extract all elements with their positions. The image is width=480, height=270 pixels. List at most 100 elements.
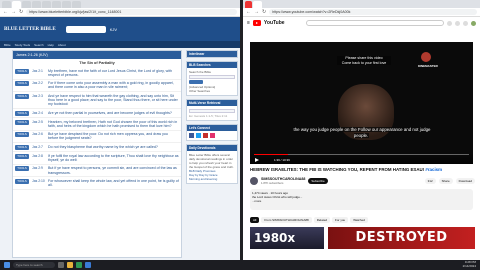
share-button[interactable]: Share bbox=[438, 178, 453, 184]
browser-tab[interactable] bbox=[52, 1, 61, 8]
back-icon[interactable]: ← bbox=[3, 9, 8, 15]
file-explorer-icon[interactable] bbox=[67, 262, 73, 268]
passage-header: James 2:1-26 (KJV) bbox=[13, 51, 181, 59]
back-icon[interactable]: ← bbox=[246, 9, 251, 15]
download-button[interactable]: Download bbox=[455, 178, 475, 184]
verse-reference[interactable]: Jas 2:6 bbox=[32, 132, 48, 141]
verse-row: TOOLS Jas 2:2 For if there come unto your … bbox=[13, 80, 181, 93]
taskbar-search[interactable]: Type here to search bbox=[13, 262, 55, 268]
devotional-link[interactable]: Morning and Evening bbox=[189, 177, 235, 181]
reload-icon[interactable]: ↻ bbox=[262, 9, 266, 15]
tools-button[interactable]: TOOLS bbox=[15, 68, 29, 74]
nav-item[interactable]: Search bbox=[34, 43, 44, 47]
start-icon[interactable] bbox=[4, 262, 10, 268]
verse-reference[interactable]: Jas 2:5 bbox=[32, 120, 48, 129]
browser-tab-active[interactable] bbox=[12, 1, 21, 8]
verse-row: TOOLS Jas 2:8 If ye fulfil the royal law a… bbox=[13, 152, 181, 165]
youtube-icon[interactable] bbox=[203, 133, 208, 138]
progress-bar[interactable] bbox=[254, 154, 469, 155]
browser-tab[interactable] bbox=[2, 1, 11, 8]
facebook-icon[interactable] bbox=[189, 133, 194, 138]
verse-text: For if there come unto your assembly a m… bbox=[48, 81, 174, 90]
forward-icon[interactable]: → bbox=[254, 9, 259, 15]
youtube-header: ≡ YouTube bbox=[243, 17, 480, 29]
twitter-icon[interactable] bbox=[196, 133, 201, 138]
browser-tab[interactable] bbox=[32, 1, 41, 8]
video-title: HEBREW ISRAELITES: THE FBI IS WATCHING Y… bbox=[250, 167, 443, 172]
verse-retrieval-input[interactable] bbox=[189, 109, 235, 113]
bible-search-input[interactable] bbox=[189, 75, 235, 79]
nav-item[interactable]: Help bbox=[48, 43, 54, 47]
chip-from-channel[interactable]: From SIMSSOUTHCAROLINA88 bbox=[261, 217, 312, 223]
verse-reference[interactable]: Jas 2:4 bbox=[32, 111, 48, 116]
recommended-thumbnail[interactable]: DESTROYED bbox=[328, 227, 475, 249]
chrome-icon[interactable] bbox=[76, 262, 82, 268]
sidebar-panel-connect: Let's Connect bbox=[186, 124, 238, 141]
nav-item[interactable]: Study Tools bbox=[15, 43, 30, 47]
instagram-icon[interactable] bbox=[210, 133, 215, 138]
play-icon[interactable] bbox=[255, 158, 259, 162]
task-view-icon[interactable] bbox=[58, 262, 64, 268]
video-player[interactable]: Please share this video Come back to you… bbox=[250, 42, 473, 164]
avatar[interactable] bbox=[471, 20, 476, 26]
sidebar-panel-retrieval: Multi-Verse Retrieval Ex: Genesis 1:1-5;… bbox=[186, 99, 238, 121]
browser-tab[interactable] bbox=[22, 1, 31, 8]
verse-reference[interactable]: Jas 2:10 bbox=[32, 179, 48, 188]
video-description[interactable]: 1,474 views · 10 hours ago the Lord Jesu… bbox=[250, 189, 473, 210]
verse-reference[interactable]: Jas 2:2 bbox=[32, 81, 48, 90]
tools-button[interactable]: TOOLS bbox=[15, 110, 29, 116]
tools-button[interactable]: TOOLS bbox=[15, 119, 29, 125]
verse-text: For whosoever shall keep the whole law, … bbox=[48, 178, 179, 188]
tools-button[interactable]: TOOLS bbox=[15, 166, 29, 172]
time-display: 1:39 / 10:39 bbox=[274, 158, 290, 162]
chip-for-you[interactable]: For you bbox=[332, 217, 349, 223]
bell-icon[interactable] bbox=[463, 20, 468, 26]
url-field[interactable]: https://www.youtube.com/watch?v=2ReDkj0A… bbox=[269, 9, 477, 15]
video-caption: the way you judge people on the Follow o… bbox=[292, 127, 431, 138]
other-searches-link[interactable]: Other Searches bbox=[189, 89, 235, 93]
browser-tab[interactable] bbox=[72, 1, 81, 8]
url-field[interactable]: https://www.blueletterbible.org/kjv/jas/… bbox=[26, 9, 237, 15]
tools-button[interactable]: TOOLS bbox=[15, 81, 29, 87]
kinemaster-logo-icon bbox=[421, 52, 431, 62]
title-hashtag[interactable]: #racism bbox=[425, 167, 442, 172]
youtube-logo-text[interactable]: YouTube bbox=[264, 20, 285, 26]
mic-icon[interactable] bbox=[447, 20, 452, 26]
nav-item[interactable]: Bible bbox=[4, 43, 11, 47]
chip-all[interactable]: All bbox=[250, 217, 260, 223]
forward-icon[interactable]: → bbox=[11, 9, 16, 15]
tools-button[interactable]: TOOLS bbox=[15, 144, 29, 150]
nav-item[interactable]: About bbox=[58, 43, 66, 47]
verse-reference[interactable]: Jas 2:9 bbox=[32, 166, 48, 175]
browser-tab[interactable] bbox=[62, 1, 71, 8]
chip-related[interactable]: Related bbox=[313, 217, 331, 223]
verse-reference[interactable]: Jas 2:8 bbox=[32, 154, 48, 163]
blb-nav: Bible Study Tools Search Help About bbox=[0, 41, 240, 48]
blb-logo[interactable]: BLUE LETTER BIBLE bbox=[4, 27, 56, 32]
like-button[interactable]: 312 bbox=[424, 178, 436, 184]
youtube-search-input[interactable] bbox=[305, 20, 444, 26]
verse-reference[interactable]: Jas 2:7 bbox=[32, 145, 48, 150]
passage-subtitle: The Sin of Partiality bbox=[79, 61, 115, 65]
create-icon[interactable] bbox=[455, 20, 460, 26]
youtube-tab[interactable] bbox=[245, 1, 252, 8]
reload-icon[interactable]: ↻ bbox=[19, 9, 23, 15]
version-select[interactable]: KJV bbox=[110, 27, 117, 32]
browser-tab-active[interactable] bbox=[253, 1, 262, 8]
blb-search-input[interactable] bbox=[65, 25, 106, 33]
chip-watched[interactable]: Watched bbox=[350, 217, 368, 223]
youtube-logo-icon[interactable] bbox=[252, 20, 261, 26]
subscribe-button[interactable]: Subscribe bbox=[308, 178, 328, 184]
edge-icon[interactable] bbox=[85, 262, 91, 268]
browser-tab[interactable] bbox=[42, 1, 51, 8]
verse-reference[interactable]: Jas 2:1 bbox=[32, 69, 48, 78]
tools-button[interactable]: TOOLS bbox=[15, 153, 29, 159]
verse-reference[interactable]: Jas 2:3 bbox=[32, 94, 48, 107]
menu-icon[interactable]: ≡ bbox=[247, 20, 250, 26]
recommended-thumbnail[interactable]: 1980x bbox=[250, 227, 324, 249]
tools-button[interactable]: TOOLS bbox=[15, 93, 29, 99]
channel-avatar[interactable] bbox=[250, 177, 258, 185]
search-button[interactable] bbox=[189, 80, 203, 84]
tools-button[interactable]: TOOLS bbox=[15, 178, 29, 184]
tools-button[interactable]: TOOLS bbox=[15, 132, 29, 138]
